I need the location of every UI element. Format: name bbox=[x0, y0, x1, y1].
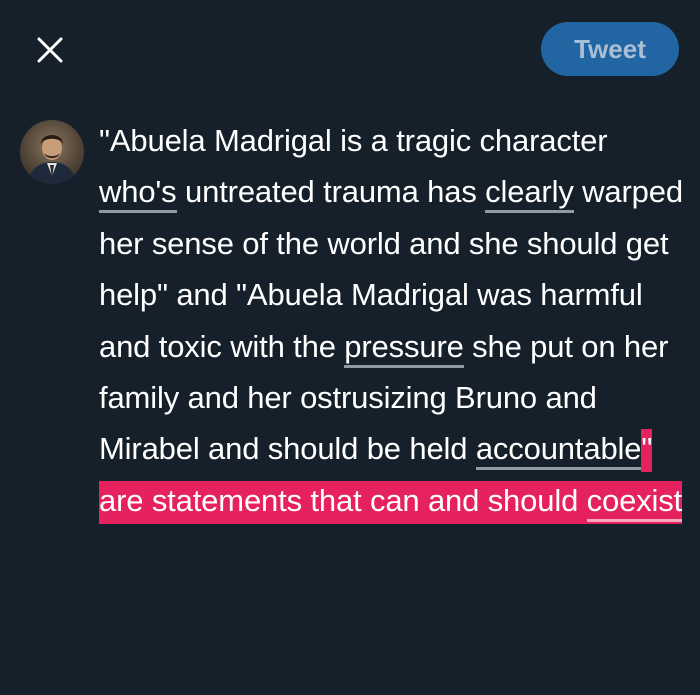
underlined-word: clearly bbox=[485, 174, 574, 214]
close-button[interactable] bbox=[28, 28, 72, 72]
avatar[interactable] bbox=[20, 120, 84, 184]
underlined-word: who's bbox=[99, 174, 177, 214]
underlined-word: pressure bbox=[344, 328, 464, 368]
underlined-word: coexist bbox=[586, 482, 682, 522]
close-icon[interactable] bbox=[37, 37, 63, 63]
tweet-text-segment: "Abuela Madrigal is a tragic character bbox=[99, 123, 608, 158]
tweet-text-segment: untreated trauma has bbox=[176, 174, 486, 210]
tweet-button[interactable]: Tweet bbox=[541, 22, 679, 76]
underlined-word: accountable bbox=[475, 431, 642, 471]
tweet-text-input[interactable]: "Abuela Madrigal is a tragic character w… bbox=[99, 115, 684, 526]
